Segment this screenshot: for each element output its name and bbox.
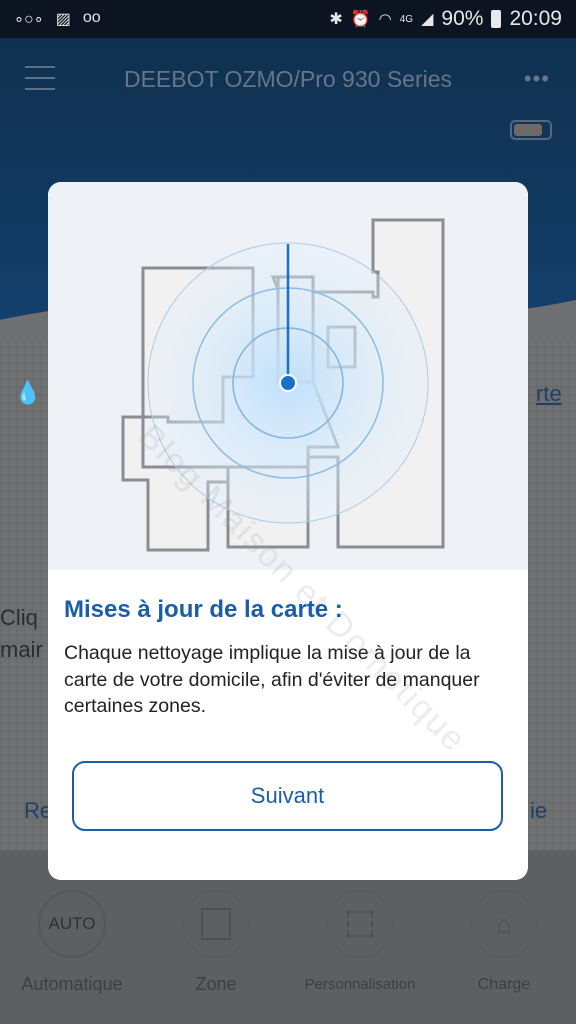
- more-dots-icon[interactable]: •••: [524, 66, 550, 92]
- mode-label: Charge: [477, 976, 531, 993]
- hint-text-fragment-2: mair: [0, 637, 43, 662]
- 4g-icon: 4G: [399, 13, 414, 25]
- mode-label: Automatique: [21, 974, 123, 994]
- map-illustration: [48, 182, 528, 570]
- map-update-dialog: Blog Maison et Domotique Mises à jour de…: [48, 182, 528, 880]
- battery-status-icon: [491, 10, 502, 28]
- dialog-body: Chaque nettoyage implique la mise à jour…: [64, 642, 480, 717]
- zone-icon: [182, 890, 250, 958]
- wifi-icon: ◠: [378, 11, 392, 28]
- floor-map: [121, 218, 445, 552]
- alarm-icon: ⏰: [350, 11, 371, 28]
- page-title: DEEBOT OZMO/Pro 930 Series: [123, 66, 453, 92]
- mode-charge[interactable]: ⌂ Charge: [434, 890, 574, 994]
- battery-icon: [510, 120, 552, 140]
- voicemail-icon: oo: [82, 9, 101, 26]
- dialog-title: Mises à jour de la carte :: [64, 596, 343, 623]
- clock: 20:09: [509, 7, 562, 30]
- mode-automatique[interactable]: AUTO Automatique: [2, 890, 142, 995]
- mode-zone[interactable]: Zone: [146, 890, 286, 995]
- voicemail-dots-icon: ∘○∘: [14, 11, 44, 28]
- status-bar: ∘○∘ ▨ oo ✱ ⏰ ◠ 4G ◢ 90% 20:09: [0, 0, 576, 38]
- mode-personnalisation[interactable]: Personnalisation: [290, 890, 430, 993]
- auto-icon: AUTO: [38, 890, 106, 958]
- bluetooth-icon: ✱: [329, 11, 343, 28]
- signal-icon: ◢: [421, 11, 434, 28]
- right-link-fragment[interactable]: ie: [530, 798, 547, 824]
- battery-percent: 90%: [441, 7, 484, 30]
- custom-area-icon: [326, 890, 394, 958]
- water-drop-icon: 💧: [14, 380, 42, 405]
- charge-home-icon: ⌂: [470, 890, 538, 958]
- hint-text-fragment: Cliq: [0, 605, 38, 630]
- mode-label: Zone: [195, 974, 237, 994]
- image-icon: ▨: [55, 11, 71, 28]
- map-link-fragment[interactable]: rte: [536, 381, 562, 407]
- next-button[interactable]: Suivant: [72, 761, 503, 831]
- mode-label: Personnalisation: [304, 976, 416, 993]
